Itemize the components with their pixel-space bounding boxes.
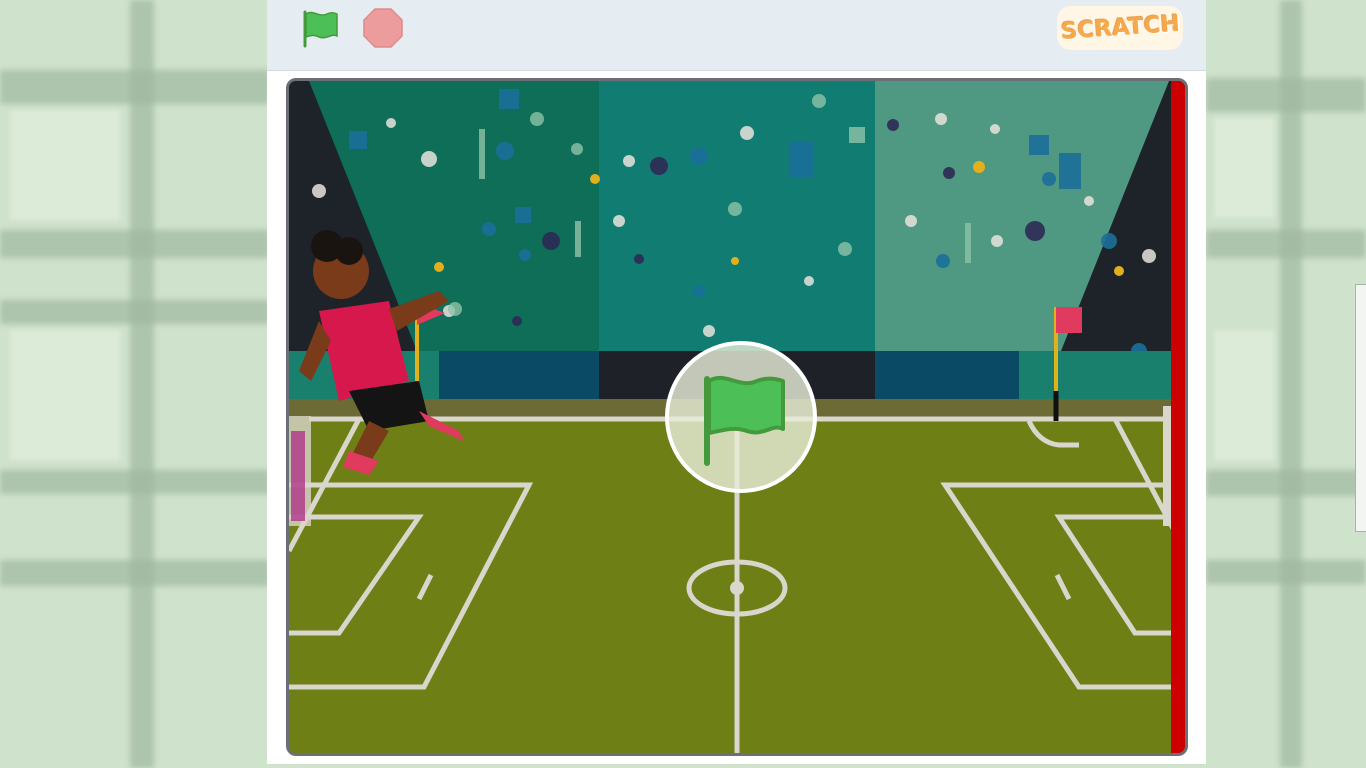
stage[interactable]: [286, 78, 1188, 756]
green-flag-icon: [303, 10, 338, 48]
project-player: SCRATCH: [267, 0, 1206, 764]
green-flag-button[interactable]: [297, 6, 343, 50]
scratch-logo-text: SCRATCH: [1059, 10, 1181, 46]
stop-button[interactable]: [361, 6, 405, 50]
green-flag-overlay-button[interactable]: [665, 341, 817, 493]
scratch-logo[interactable]: SCRATCH: [1057, 6, 1183, 50]
stop-icon: [363, 8, 403, 48]
green-flag-icon: [704, 375, 785, 466]
controls-bar: SCRATCH: [267, 0, 1206, 71]
side-scroll-tab[interactable]: [1355, 284, 1366, 532]
